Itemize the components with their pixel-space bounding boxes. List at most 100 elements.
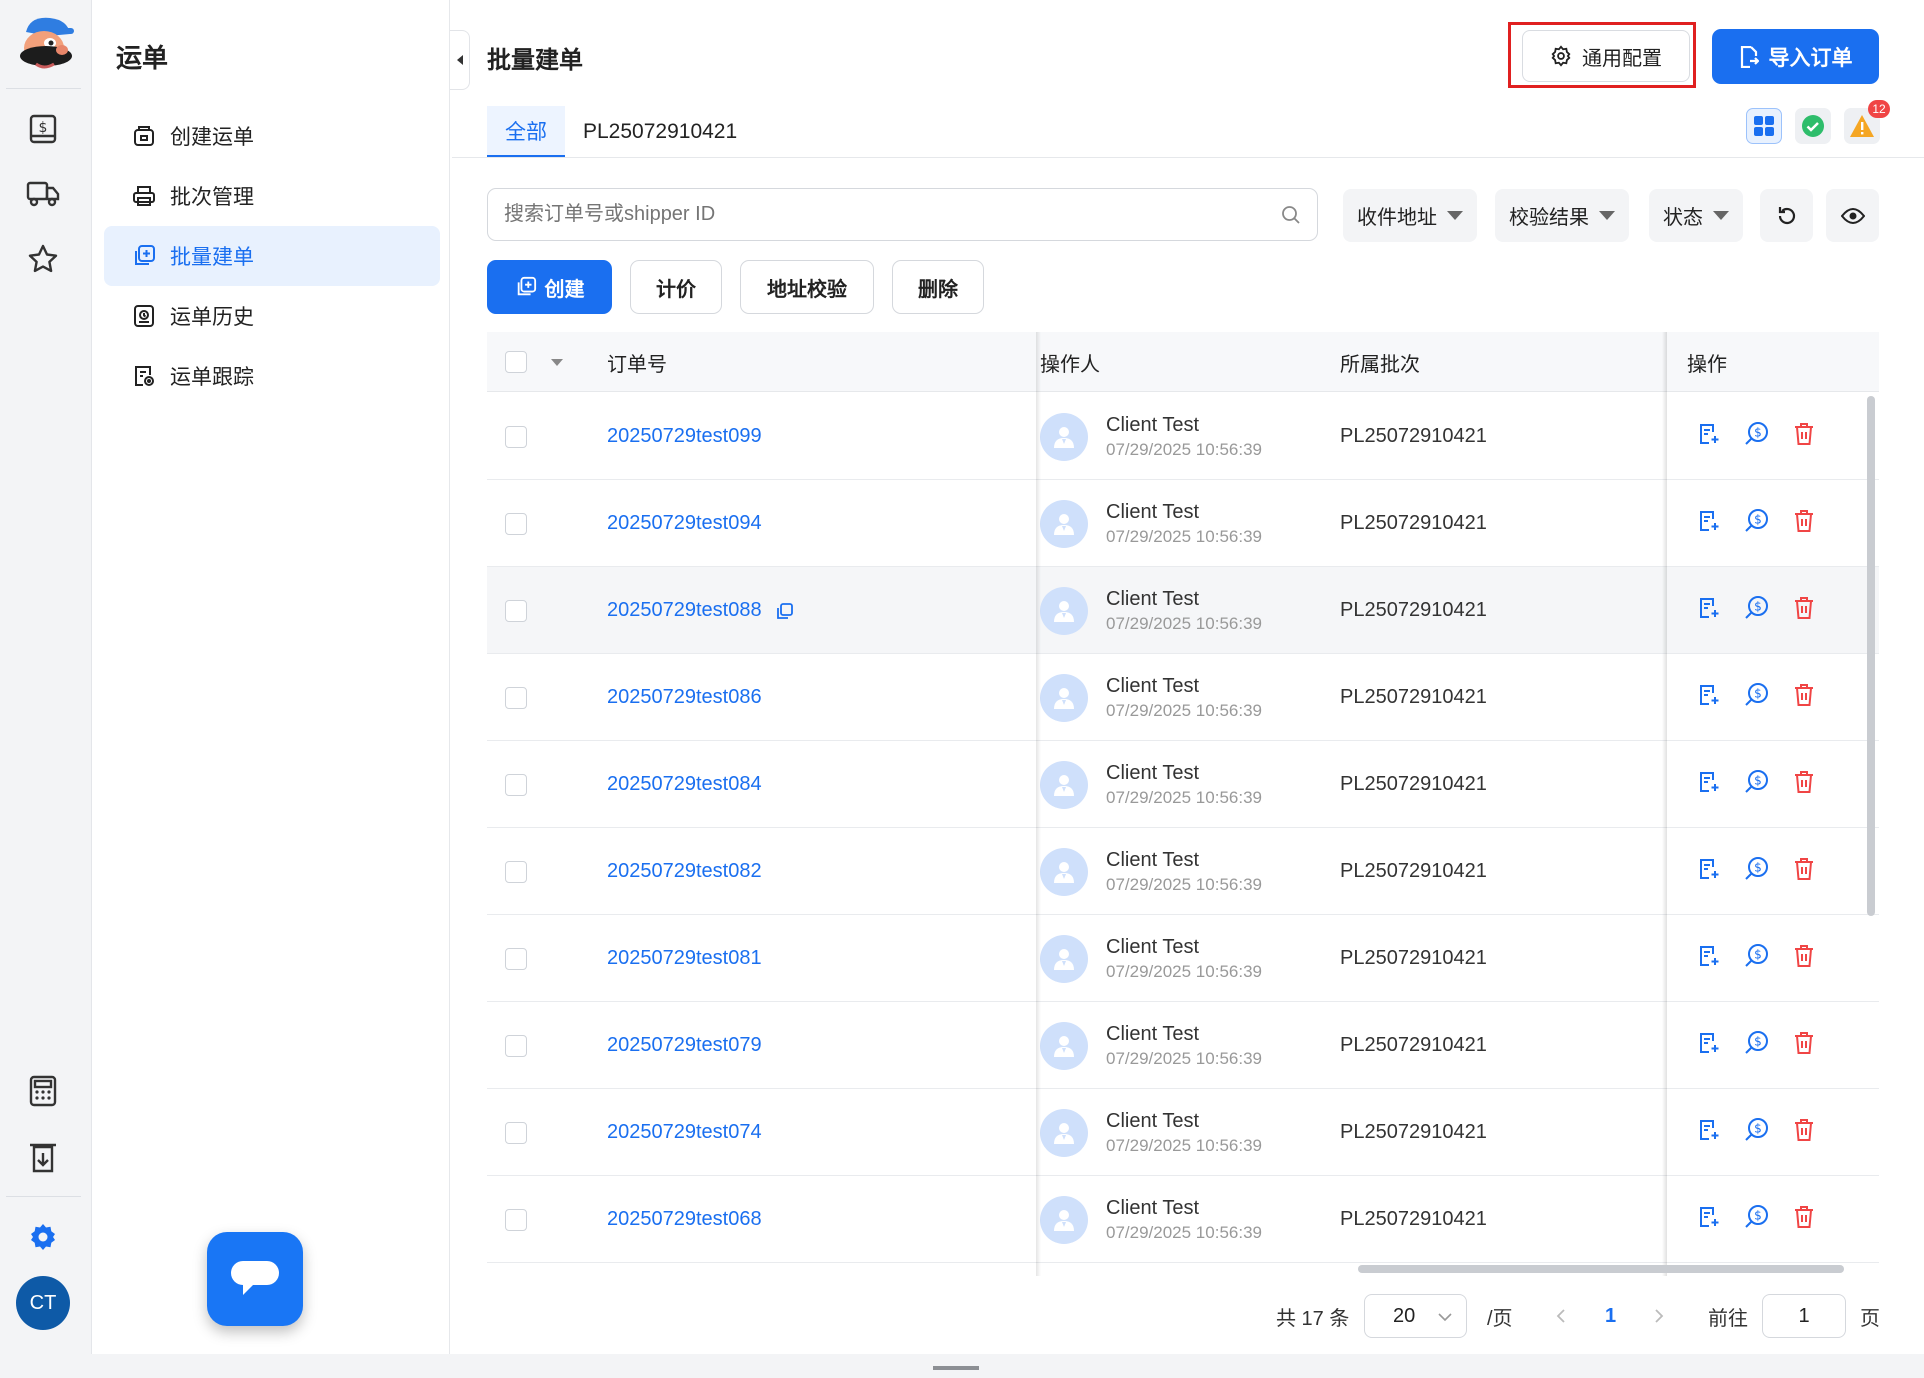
brand-logo[interactable] xyxy=(10,12,76,74)
edit-doc-icon[interactable] xyxy=(1697,1031,1721,1060)
price-search-icon[interactable]: $ xyxy=(1744,769,1770,800)
row-checkbox[interactable] xyxy=(505,480,527,567)
edit-doc-icon[interactable] xyxy=(1697,944,1721,973)
table-row[interactable]: 20250729test084 Client Test 07/29/2025 10:… xyxy=(487,741,1879,828)
success-check-icon[interactable] xyxy=(1795,108,1831,144)
column-visibility-button[interactable] xyxy=(1826,189,1879,242)
order-number-link[interactable]: 20250729test084 xyxy=(607,773,762,796)
menu-item-waybill-history[interactable]: 运单历史 xyxy=(104,286,440,346)
price-search-icon[interactable]: $ xyxy=(1744,1204,1770,1235)
table-row[interactable]: 20250729test082 Client Test 07/29/2025 10:… xyxy=(487,828,1879,915)
edit-doc-icon[interactable] xyxy=(1697,509,1721,538)
star-icon[interactable] xyxy=(22,238,64,280)
trash-icon[interactable] xyxy=(1793,1031,1815,1060)
trash-icon[interactable] xyxy=(1793,944,1815,973)
page-number-current[interactable]: 1 xyxy=(1605,1294,1616,1338)
price-search-icon[interactable]: $ xyxy=(1744,508,1770,539)
trash-icon[interactable] xyxy=(1793,770,1815,799)
next-page-button[interactable] xyxy=(1654,1294,1664,1338)
edit-doc-icon[interactable] xyxy=(1697,770,1721,799)
page-size-select[interactable]: 20 xyxy=(1364,1294,1467,1338)
price-search-icon[interactable]: $ xyxy=(1744,1030,1770,1061)
table-row[interactable]: 20250729test099 Client Test 07/29/2025 10:… xyxy=(487,393,1879,480)
row-checkbox[interactable] xyxy=(505,393,527,480)
import-orders-button[interactable]: 导入订单 xyxy=(1712,29,1879,84)
order-number-link[interactable]: 20250729test079 xyxy=(607,1034,762,1057)
table-row[interactable]: 20250729test079 Client Test 07/29/2025 10:… xyxy=(487,1002,1879,1089)
tab-batch[interactable]: PL25072910421 xyxy=(565,106,755,158)
row-checkbox[interactable] xyxy=(505,1176,527,1263)
trash-icon[interactable] xyxy=(1793,857,1815,886)
menu-item-create-waybill[interactable]: 创建运单 xyxy=(104,106,440,166)
goto-page-input[interactable]: 1 xyxy=(1762,1294,1846,1338)
order-number-link[interactable]: 20250729test068 xyxy=(607,1208,762,1231)
refresh-button[interactable] xyxy=(1760,189,1813,242)
order-number-link[interactable]: 20250729test081 xyxy=(607,947,762,970)
price-search-icon[interactable]: $ xyxy=(1744,595,1770,626)
order-number-link[interactable]: 20250729test094 xyxy=(607,512,762,535)
copy-icon[interactable] xyxy=(776,602,794,620)
create-button[interactable]: 创建 xyxy=(487,260,612,314)
delete-button[interactable]: 删除 xyxy=(892,260,984,314)
table-row[interactable]: 20250729test068 Client Test 07/29/2025 10:… xyxy=(487,1176,1879,1263)
table-row[interactable]: 20250729test081 Client Test 07/29/2025 10:… xyxy=(487,915,1879,1002)
table-row[interactable]: 20250729test094 Client Test 07/29/2025 10:… xyxy=(487,480,1879,567)
row-checkbox[interactable] xyxy=(505,741,527,828)
select-all-checkbox[interactable] xyxy=(505,332,527,392)
edit-doc-icon[interactable] xyxy=(1697,422,1721,451)
edit-doc-icon[interactable] xyxy=(1697,596,1721,625)
order-number-link[interactable]: 20250729test099 xyxy=(607,425,762,448)
search-box[interactable] xyxy=(487,188,1318,241)
calculator-icon[interactable] xyxy=(22,1070,64,1112)
order-number-link[interactable]: 20250729test074 xyxy=(607,1121,762,1144)
collapse-menu-toggle[interactable] xyxy=(450,30,470,90)
trash-icon[interactable] xyxy=(1793,1205,1815,1234)
price-search-icon[interactable]: $ xyxy=(1744,943,1770,974)
gear-icon[interactable] xyxy=(22,1216,64,1258)
warning-icon[interactable]: 12 xyxy=(1844,100,1890,144)
chat-support-button[interactable] xyxy=(207,1232,303,1326)
filter-verify-result[interactable]: 校验结果 xyxy=(1495,189,1629,242)
filter-status[interactable]: 状态 xyxy=(1649,189,1743,242)
order-number-link[interactable]: 20250729test082 xyxy=(607,860,762,883)
prev-page-button[interactable] xyxy=(1556,1294,1566,1338)
select-dropdown[interactable] xyxy=(551,332,563,392)
address-verify-button[interactable]: 地址校验 xyxy=(740,260,874,314)
table-row[interactable]: 20250729test074 Client Test 07/29/2025 10:… xyxy=(487,1089,1879,1176)
price-search-icon[interactable]: $ xyxy=(1744,682,1770,713)
menu-item-bulk-create[interactable]: 批量建单 xyxy=(104,226,440,286)
price-search-icon[interactable]: $ xyxy=(1744,1117,1770,1148)
search-icon[interactable] xyxy=(1281,205,1301,225)
row-checkbox[interactable] xyxy=(505,915,527,1002)
truck-icon[interactable] xyxy=(22,172,64,214)
price-button[interactable]: 计价 xyxy=(630,260,722,314)
price-search-icon[interactable]: $ xyxy=(1744,856,1770,887)
menu-item-batch-management[interactable]: 批次管理 xyxy=(104,166,440,226)
trash-icon[interactable] xyxy=(1793,683,1815,712)
edit-doc-icon[interactable] xyxy=(1697,1205,1721,1234)
table-row[interactable]: 20250729test086 Client Test 07/29/2025 10:… xyxy=(487,654,1879,741)
row-checkbox[interactable] xyxy=(505,828,527,915)
row-checkbox[interactable] xyxy=(505,1002,527,1089)
resize-grip-icon[interactable] xyxy=(933,1366,979,1370)
vertical-scrollbar[interactable] xyxy=(1867,396,1875,916)
trash-icon[interactable] xyxy=(1793,1118,1815,1147)
trash-icon[interactable] xyxy=(1793,509,1815,538)
download-doc-icon[interactable] xyxy=(22,1136,64,1178)
row-checkbox[interactable] xyxy=(505,567,527,654)
search-input[interactable] xyxy=(504,203,1281,226)
tab-all[interactable]: 全部 xyxy=(487,106,565,158)
order-number-link[interactable]: 20250729test088 xyxy=(607,599,762,622)
trash-icon[interactable] xyxy=(1793,422,1815,451)
filter-address[interactable]: 收件地址 xyxy=(1343,189,1477,242)
edit-doc-icon[interactable] xyxy=(1697,857,1721,886)
dollar-doc-icon[interactable]: $ xyxy=(22,108,64,150)
edit-doc-icon[interactable] xyxy=(1697,683,1721,712)
horizontal-scrollbar[interactable] xyxy=(1358,1265,1844,1273)
grid-view-icon[interactable] xyxy=(1746,108,1782,144)
order-number-link[interactable]: 20250729test086 xyxy=(607,686,762,709)
user-avatar[interactable]: CT xyxy=(16,1276,70,1330)
edit-doc-icon[interactable] xyxy=(1697,1118,1721,1147)
menu-item-waybill-tracking[interactable]: 运单跟踪 xyxy=(104,346,440,406)
trash-icon[interactable] xyxy=(1793,596,1815,625)
